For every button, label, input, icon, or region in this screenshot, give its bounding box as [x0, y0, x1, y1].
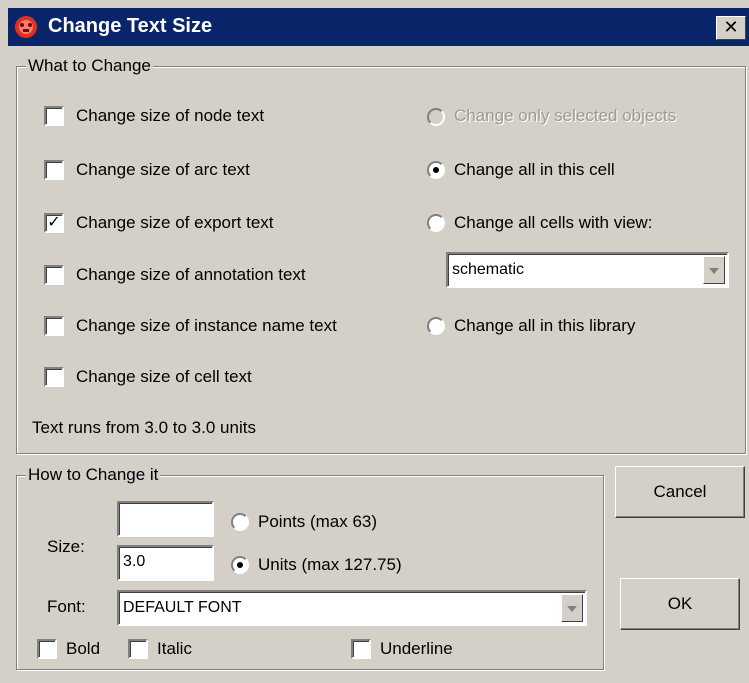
italic-label: Italic — [157, 639, 192, 658]
chevron-down-icon — [567, 606, 577, 612]
view-select[interactable]: schematic — [446, 252, 729, 288]
annotation-text-label: Change size of annotation text — [76, 265, 306, 284]
units-label: Units (max 127.75) — [258, 555, 402, 574]
export-text-checkbox[interactable]: ✓ — [44, 213, 64, 233]
instance-name-text-checkbox[interactable] — [44, 316, 64, 336]
all-in-library-radio[interactable] — [427, 317, 445, 335]
ok-button[interactable]: OK — [620, 578, 740, 630]
points-radio[interactable] — [231, 513, 249, 531]
font-select-value: DEFAULT FONT — [123, 599, 242, 616]
units-input[interactable]: 3.0 — [117, 545, 214, 581]
italic-checkbox[interactable] — [128, 639, 148, 659]
bold-checkbox[interactable] — [37, 639, 57, 659]
font-select[interactable]: DEFAULT FONT — [117, 590, 587, 626]
title-bar: Change Text Size ✕ — [8, 8, 749, 46]
chevron-down-icon — [709, 268, 719, 274]
window-title: Change Text Size — [48, 15, 213, 37]
units-radio[interactable] — [231, 556, 249, 574]
cell-text-label: Change size of cell text — [76, 367, 252, 386]
all-cells-with-view-label: Change all cells with view: — [454, 213, 653, 232]
how-to-change-legend: How to Change it — [26, 465, 161, 485]
close-icon: ✕ — [723, 17, 739, 37]
instance-name-text-label: Change size of instance name text — [76, 316, 337, 335]
range-text: Text runs from 3.0 to 3.0 units — [32, 418, 256, 437]
close-button[interactable]: ✕ — [716, 16, 746, 40]
check-icon: ✓ — [47, 214, 61, 231]
bold-label: Bold — [66, 639, 101, 658]
only-selected-label: Change only selected objects — [454, 106, 677, 125]
cell-text-checkbox[interactable] — [44, 367, 64, 387]
font-label: Font: — [47, 597, 86, 616]
cancel-button[interactable]: Cancel — [615, 466, 745, 518]
size-label: Size: — [47, 537, 85, 556]
all-in-cell-label: Change all in this cell — [454, 160, 615, 179]
all-cells-with-view-radio[interactable] — [427, 214, 445, 232]
points-input[interactable] — [117, 501, 214, 537]
font-select-dropdown-button[interactable] — [561, 594, 583, 622]
arc-text-label: Change size of arc text — [76, 160, 250, 179]
radio-selected-dot — [433, 167, 439, 173]
underline-label: Underline — [380, 639, 453, 658]
points-label: Points (max 63) — [258, 512, 378, 531]
node-text-checkbox[interactable] — [44, 106, 64, 126]
underline-checkbox[interactable] — [351, 639, 371, 659]
export-text-label: Change size of export text — [76, 213, 274, 232]
arc-text-checkbox[interactable] — [44, 160, 64, 180]
all-in-library-label: Change all in this library — [454, 316, 636, 335]
view-select-dropdown-button[interactable] — [703, 256, 725, 284]
node-text-label: Change size of node text — [76, 106, 265, 125]
only-selected-radio — [427, 108, 445, 126]
all-in-cell-radio[interactable] — [427, 161, 445, 179]
radio-selected-dot — [237, 562, 243, 568]
annotation-text-checkbox[interactable] — [44, 265, 64, 285]
what-to-change-legend: What to Change — [26, 56, 153, 76]
app-icon — [15, 16, 37, 38]
view-select-value: schematic — [452, 261, 525, 278]
